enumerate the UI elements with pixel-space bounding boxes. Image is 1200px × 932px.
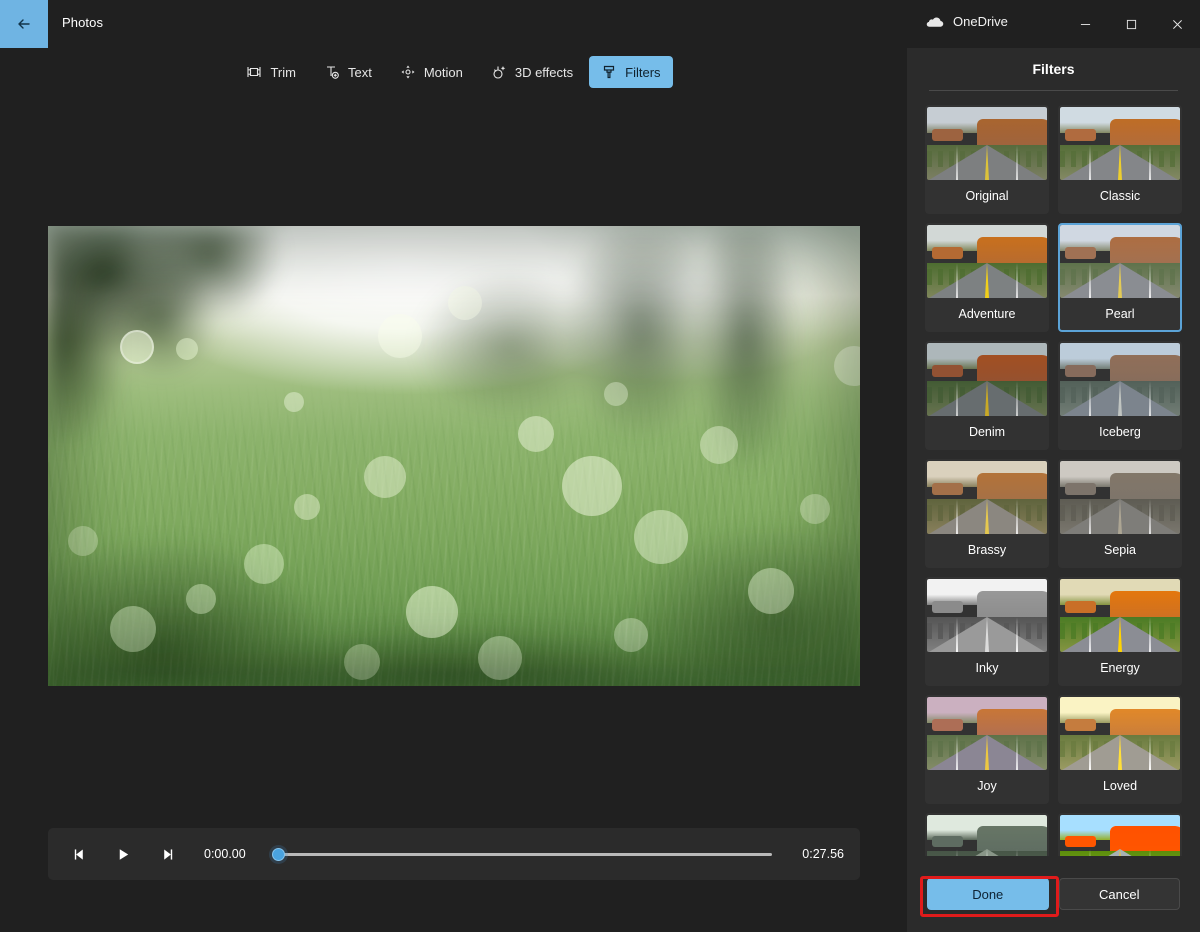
filter-thumbnail: [1060, 343, 1180, 416]
filter-label: Adventure: [927, 298, 1047, 330]
seek-track[interactable]: [280, 853, 772, 856]
seek-thumb[interactable]: [272, 848, 285, 861]
filter-card-pearl[interactable]: Pearl: [1058, 223, 1182, 332]
filter-grid: Original Classic Adventure Pearl Denim Iceber…: [907, 91, 1200, 856]
filter-card-joy[interactable]: Joy: [925, 695, 1049, 804]
filter-thumbnail: [927, 343, 1047, 416]
3d-effects-icon: [491, 64, 507, 80]
tool-motion[interactable]: Motion: [388, 56, 475, 88]
filter-card-inky[interactable]: Inky: [925, 577, 1049, 686]
filters-panel: Filters OriginalClassicAdventurePearlDen…: [907, 40, 1200, 932]
app-title: Photos: [62, 15, 103, 30]
maximize-button[interactable]: [1108, 0, 1154, 48]
back-arrow-icon: [16, 16, 32, 32]
minimize-icon: [1080, 19, 1091, 30]
filter-thumbnail: [1060, 697, 1180, 770]
title-bar: Photos OneDrive: [0, 0, 1200, 48]
previous-frame-icon: [72, 847, 87, 862]
filter-card-unnamed-12[interactable]: [925, 813, 1049, 856]
motion-icon: [400, 64, 416, 80]
filter-card-energy[interactable]: Energy: [1058, 577, 1182, 686]
video-frame-vignette: [48, 226, 860, 686]
tool-text[interactable]: Text: [312, 56, 384, 88]
filter-thumbnail: [1060, 225, 1180, 298]
onedrive-cloud-icon: [926, 15, 944, 28]
tool-3d-effects[interactable]: 3D effects: [479, 56, 585, 88]
filter-card-iceberg[interactable]: Iceberg: [1058, 341, 1182, 450]
filter-label: Sepia: [1060, 534, 1180, 566]
minimize-button[interactable]: [1062, 0, 1108, 48]
filter-thumbnail: [927, 461, 1047, 534]
filter-label: Denim: [927, 416, 1047, 448]
filter-thumbnail: [927, 225, 1047, 298]
play-button[interactable]: [108, 839, 138, 869]
playback-bar: 0:00.00 0:27.56: [48, 828, 860, 880]
filter-card-loved[interactable]: Loved: [1058, 695, 1182, 804]
tool-trim[interactable]: Trim: [234, 56, 308, 88]
video-preview-stage: [0, 96, 907, 816]
filter-thumbnail: [1060, 579, 1180, 652]
trim-icon: [246, 64, 262, 80]
cancel-button[interactable]: Cancel: [1059, 878, 1181, 910]
next-frame-button[interactable]: [152, 839, 182, 869]
filter-label: Original: [927, 180, 1047, 212]
seek-slider[interactable]: [268, 844, 772, 864]
text-icon: [324, 64, 340, 80]
filter-label: Loved: [1060, 770, 1180, 802]
play-icon: [116, 847, 131, 862]
filter-card-original[interactable]: Original: [925, 105, 1049, 214]
onedrive-label: OneDrive: [953, 14, 1008, 29]
filter-thumbnail: [1060, 461, 1180, 534]
filter-thumbnail: [1060, 815, 1180, 856]
filter-card-brassy[interactable]: Brassy: [925, 459, 1049, 568]
filter-thumbnail: [927, 815, 1047, 856]
close-icon: [1172, 19, 1183, 30]
filter-thumbnail: [1060, 107, 1180, 180]
filters-brush-icon: [601, 64, 617, 80]
filter-card-classic[interactable]: Classic: [1058, 105, 1182, 214]
tool-trim-label: Trim: [270, 65, 296, 80]
filter-label: Inky: [927, 652, 1047, 684]
filter-card-adventure[interactable]: Adventure: [925, 223, 1049, 332]
current-time-label: 0:00.00: [204, 847, 254, 861]
previous-frame-button[interactable]: [64, 839, 94, 869]
filter-label: Joy: [927, 770, 1047, 802]
photos-video-editor-window: Photos OneDrive Trim: [0, 0, 1200, 932]
tool-motion-label: Motion: [424, 65, 463, 80]
filter-thumbnail: [927, 697, 1047, 770]
filter-card-denim[interactable]: Denim: [925, 341, 1049, 450]
next-frame-icon: [160, 847, 175, 862]
back-button[interactable]: [0, 0, 48, 48]
tool-text-label: Text: [348, 65, 372, 80]
filter-label: Brassy: [927, 534, 1047, 566]
maximize-icon: [1126, 19, 1137, 30]
filter-label: Energy: [1060, 652, 1180, 684]
filter-card-sepia[interactable]: Sepia: [1058, 459, 1182, 568]
tool-3d-effects-label: 3D effects: [515, 65, 573, 80]
filter-thumbnail: [927, 579, 1047, 652]
filter-label: Pearl: [1060, 298, 1180, 330]
filter-label: Iceberg: [1060, 416, 1180, 448]
total-time-label: 0:27.56: [794, 847, 844, 861]
onedrive-status[interactable]: OneDrive: [926, 14, 1008, 29]
filter-card-unnamed-13[interactable]: [1058, 813, 1182, 856]
filter-thumbnail: [927, 107, 1047, 180]
done-button[interactable]: Done: [927, 878, 1049, 910]
close-button[interactable]: [1154, 0, 1200, 48]
filter-label: Classic: [1060, 180, 1180, 212]
window-controls: [1062, 0, 1200, 48]
video-preview[interactable]: [48, 226, 860, 686]
tool-filters-label: Filters: [625, 65, 660, 80]
tool-filters[interactable]: Filters: [589, 56, 672, 88]
edit-toolbar: Trim Text Motion 3D effects: [0, 55, 907, 89]
panel-actions: Done Cancel: [907, 856, 1200, 932]
